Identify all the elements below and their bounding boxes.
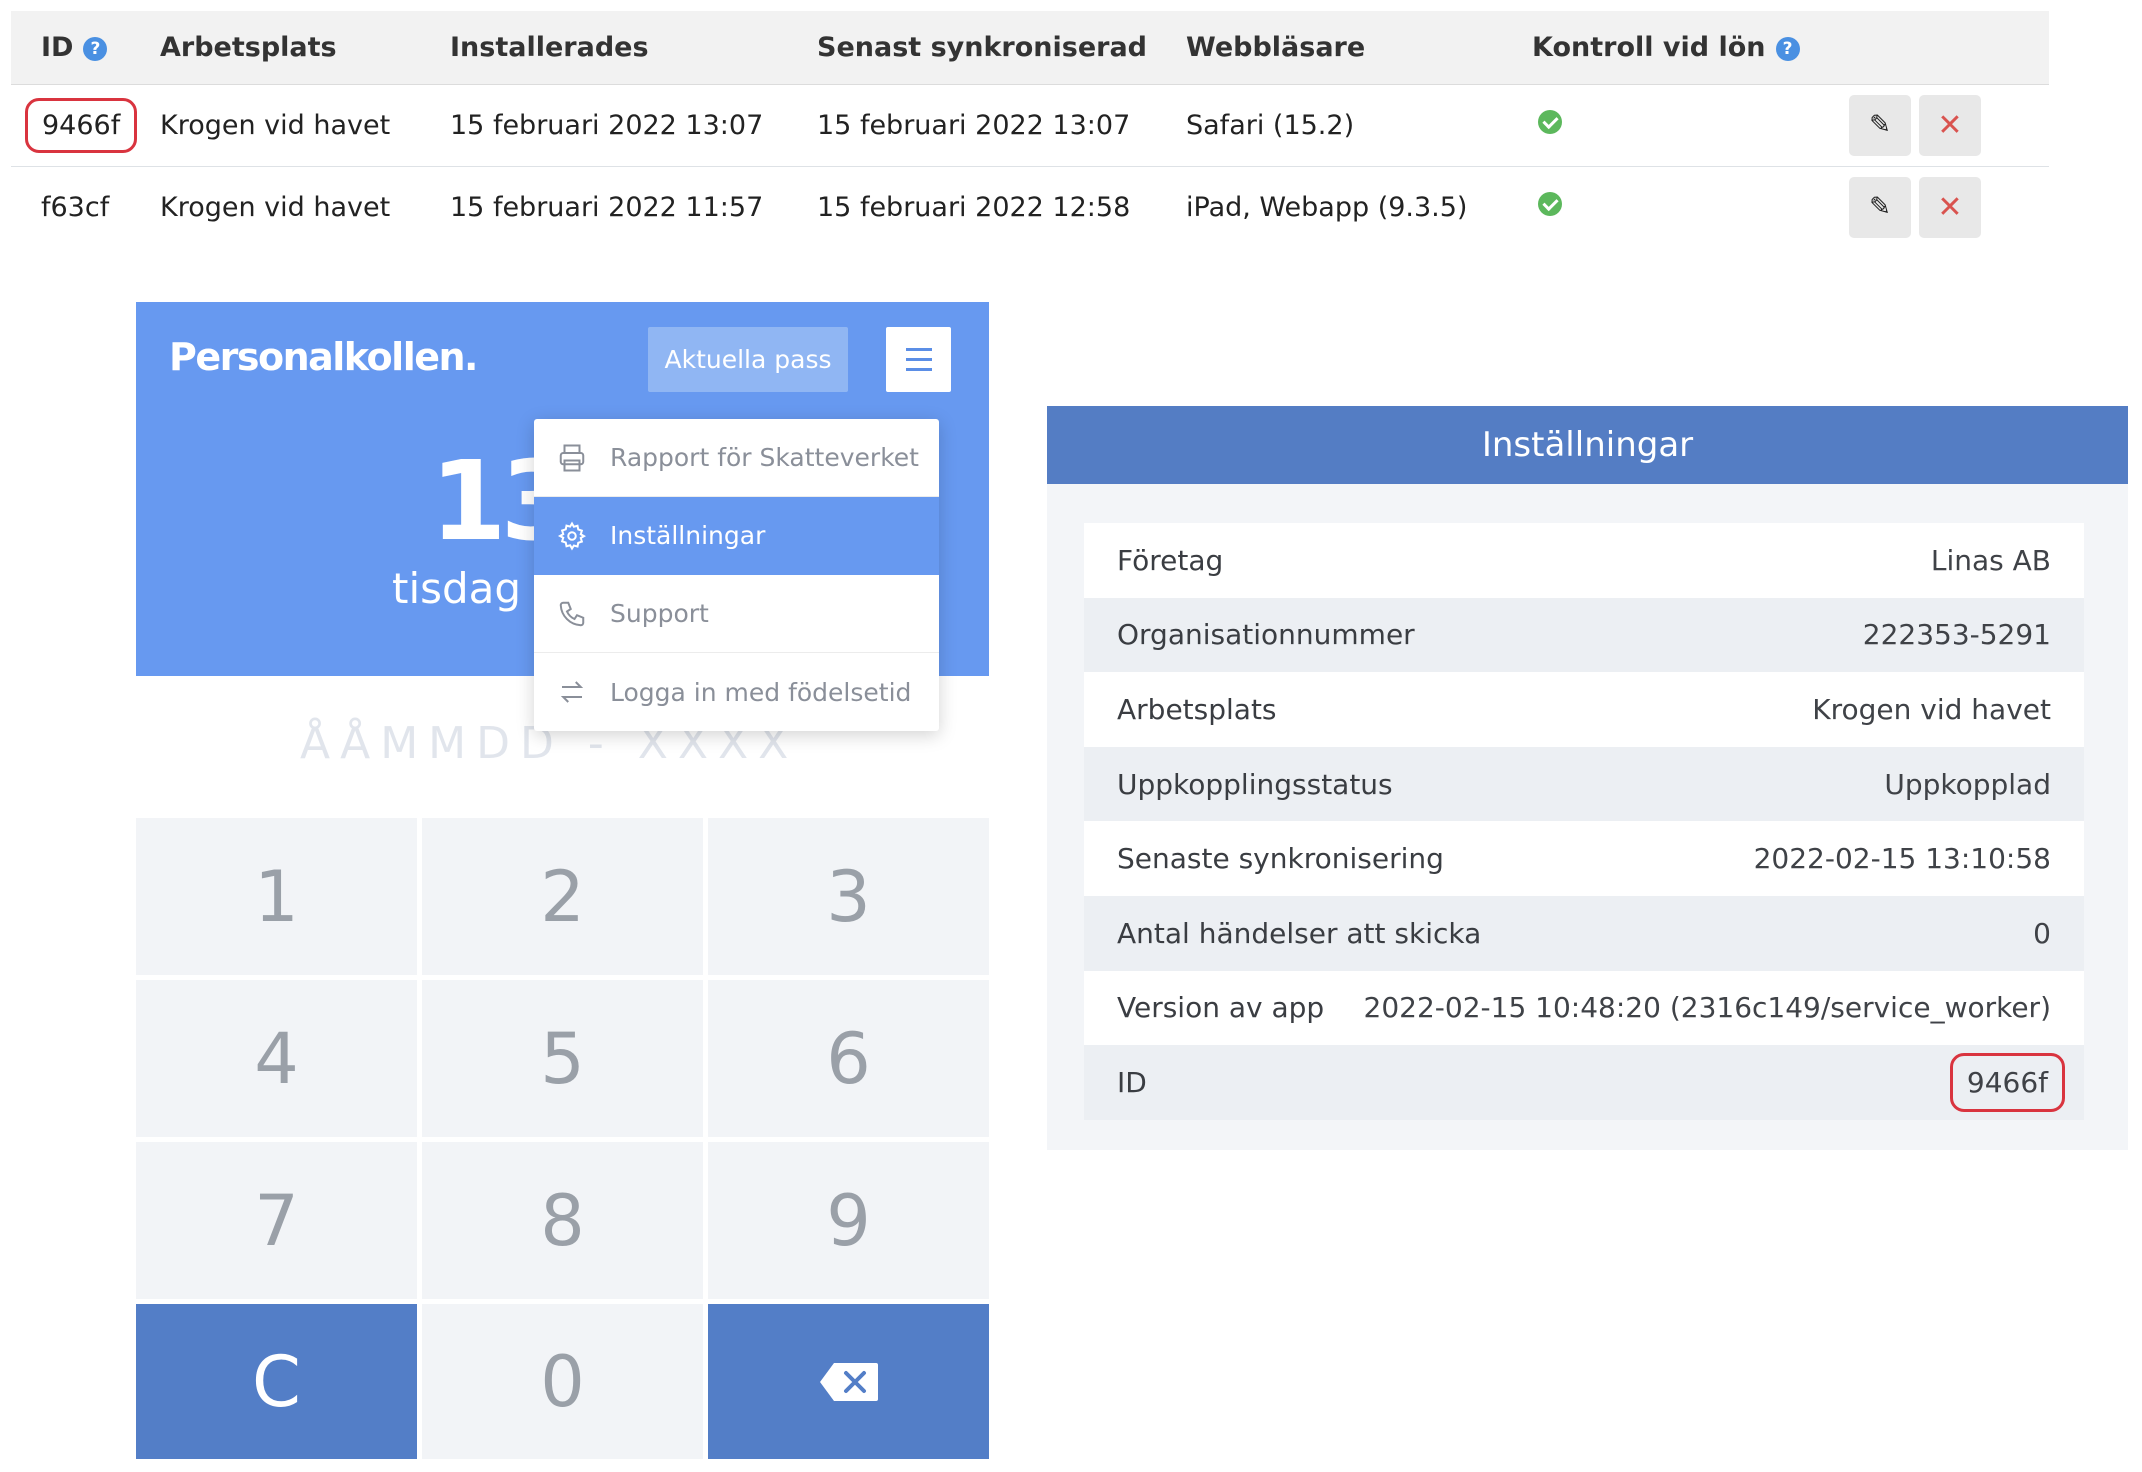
device-browser-cell: iPad, Webapp (9.3.5): [1186, 191, 1468, 223]
phone-icon: [534, 599, 610, 629]
current-shifts-button[interactable]: Aktuella pass: [648, 327, 848, 392]
pencil-icon: ✎: [1869, 110, 1891, 140]
device-actions-cell: ✎ ✕: [1849, 84, 2049, 167]
column-header-browser: Webbläsare: [1186, 11, 1532, 85]
settings-row-company: Företag Linas AB: [1084, 523, 2084, 598]
settings-row-workplace: Arbetsplats Krogen vid havet: [1084, 672, 2084, 747]
settings-row-pending-events: Antal händelser att skicka 0: [1084, 895, 2084, 971]
key-7[interactable]: 7: [136, 1142, 417, 1299]
device-id-cell: 9466f: [11, 84, 160, 167]
keypad: 1 2 3 4 5 6 7 8 9 C 0: [136, 818, 989, 1459]
device-place-cell: Krogen vid havet: [160, 84, 450, 167]
menu-item-tax-report[interactable]: Rapport för Skatteverket: [534, 419, 939, 497]
devices-table: ID? Arbetsplats Installerades Senast syn…: [11, 11, 2049, 248]
device-control-cell: [1532, 166, 1849, 248]
key-6[interactable]: 6: [708, 980, 989, 1137]
key-0[interactable]: 0: [422, 1304, 703, 1459]
menu-item-birthtime-login[interactable]: Logga in med födelsetid: [534, 653, 939, 731]
table-row: 9466f Krogen vid havet 15 februari 2022 …: [11, 84, 2049, 167]
delete-button[interactable]: ✕: [1919, 176, 1981, 238]
edit-button[interactable]: ✎: [1849, 176, 1911, 238]
menu-icon-bar: [905, 348, 932, 351]
pencil-icon: ✎: [1869, 192, 1891, 223]
column-header-control: Kontroll vid lön?: [1532, 11, 1849, 85]
delete-button[interactable]: ✕: [1919, 94, 1981, 156]
column-header-synced: Senast synkroniserad: [817, 11, 1186, 85]
key-5[interactable]: 5: [422, 980, 703, 1137]
settings-row-org-number: Organisationnummer 222353-5291: [1084, 597, 2084, 673]
printer-icon: [534, 443, 610, 473]
device-place-cell: Krogen vid havet: [160, 191, 391, 223]
menu-item-label: Rapport för Skatteverket: [610, 443, 919, 472]
device-id-cell: f63cf: [41, 191, 110, 223]
menu-item-label: Support: [610, 599, 709, 628]
clear-key[interactable]: C: [136, 1304, 417, 1459]
key-4[interactable]: 4: [136, 980, 417, 1137]
column-header-actions: [1849, 11, 2049, 85]
help-icon[interactable]: ?: [1775, 36, 1800, 61]
app-menu-dropdown: Rapport för Skatteverket Inställningar S…: [534, 419, 939, 731]
help-icon[interactable]: ?: [83, 36, 108, 61]
close-icon: ✕: [1937, 189, 1963, 225]
menu-item-support[interactable]: Support: [534, 575, 939, 653]
table-header-row: ID? Arbetsplats Installerades Senast syn…: [11, 11, 2049, 85]
backspace-key[interactable]: [708, 1304, 989, 1459]
edit-button[interactable]: ✎: [1849, 94, 1911, 156]
backspace-icon: [819, 1362, 878, 1401]
device-browser-cell: Safari (15.2): [1186, 84, 1532, 167]
menu-item-settings[interactable]: Inställningar: [534, 497, 939, 575]
key-8[interactable]: 8: [422, 1142, 703, 1299]
settings-row-last-sync: Senaste synkronisering 2022-02-15 13:10:5…: [1084, 821, 2084, 896]
table-row: f63cf Krogen vid havet 15 februari 2022 …: [11, 166, 2049, 248]
check-circle-icon: [1538, 109, 1562, 134]
settings-list: Företag Linas AB Organisationnummer 222353…: [1084, 523, 2084, 1120]
settings-row-connection-status: Uppkopplingsstatus Uppkopplad: [1084, 746, 2084, 822]
app-logo: Personalkollen.: [169, 335, 478, 379]
device-synced-cell: 15 februari 2022 12:58: [817, 191, 1131, 223]
settings-row-id: ID 9466f: [1084, 1045, 2084, 1120]
key-2[interactable]: 2: [422, 818, 703, 975]
menu-item-label: Logga in med födelsetid: [610, 677, 912, 707]
settings-row-app-version: Version av app 2022-02-15 10:48:20 (2316c…: [1084, 970, 2084, 1046]
column-header-place: Arbetsplats: [160, 11, 450, 85]
hamburger-menu-button[interactable]: [886, 327, 951, 392]
key-1[interactable]: 1: [136, 818, 417, 975]
key-3[interactable]: 3: [708, 818, 989, 975]
close-icon: ✕: [1937, 107, 1963, 143]
device-actions-cell: ✎ ✕: [1849, 166, 2049, 248]
swap-arrows-icon: [534, 677, 610, 707]
device-installed-cell: 15 februari 2022 11:57: [450, 191, 764, 223]
highlighted-device-id: 9466f: [25, 97, 138, 153]
menu-icon-bar: [905, 358, 932, 361]
key-9[interactable]: 9: [708, 1142, 989, 1299]
gear-icon: [534, 521, 610, 551]
column-header-installed: Installerades: [450, 11, 817, 85]
menu-icon-bar: [905, 368, 932, 371]
device-control-cell: [1532, 84, 1849, 167]
device-installed-cell: 15 februari 2022 13:07: [450, 84, 817, 167]
highlighted-settings-id: 9466f: [1949, 1052, 2065, 1112]
column-header-id: ID?: [11, 11, 160, 85]
menu-item-label: Inställningar: [610, 521, 766, 550]
settings-panel: Inställningar Företag Linas AB Organisati…: [1047, 406, 2128, 1150]
check-circle-icon: [1538, 191, 1562, 216]
settings-title: Inställningar: [1047, 406, 2128, 484]
device-synced-cell: 15 februari 2022 13:07: [817, 84, 1186, 167]
